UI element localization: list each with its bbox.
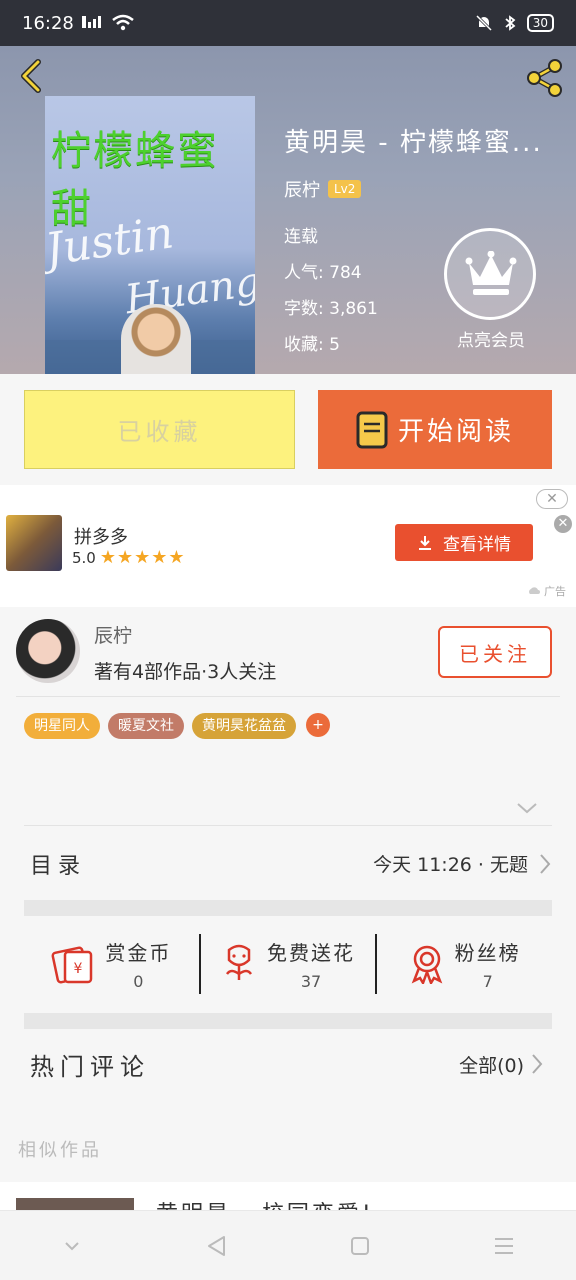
flower-icon (225, 944, 253, 980)
divider (16, 696, 560, 697)
stats-row: ¥ 赏金币 0 免费送花 37 粉丝榜 7 (24, 916, 552, 1012)
stat-reward-coins[interactable]: ¥ 赏金币 0 (24, 934, 199, 994)
book-popularity: 人气: 784 (284, 263, 362, 283)
book-author-line: 辰柠 Lv2 (284, 176, 362, 202)
download-icon (419, 535, 431, 550)
author-avatar[interactable] (16, 619, 80, 683)
tag-item[interactable]: 黄明昊花盆盆 (192, 713, 296, 739)
author-section: 辰柠 著有4部作品·3人关注 已关注 明星同人 暖夏文社 黄明昊花盆盆 + (0, 607, 576, 743)
ad-stars: ★★★★★ (99, 547, 186, 568)
svg-text:¥: ¥ (74, 961, 83, 977)
stat-fan-ranking[interactable]: 粉丝榜 7 (375, 934, 552, 994)
red-envelope-icon: ¥ (51, 946, 93, 984)
ad-app-name: 拼多多 (74, 527, 128, 548)
book-cover[interactable]: 柠檬蜂蜜甜 Justin Huang (45, 96, 255, 374)
ad-rating-value: 5.0 (72, 548, 96, 567)
chevron-down-icon (517, 803, 537, 814)
share-button[interactable] (522, 56, 566, 100)
stat-free-flowers[interactable]: 免费送花 37 (198, 934, 376, 994)
mute-icon (475, 14, 492, 32)
triangle-back-icon (208, 1235, 225, 1256)
author-name[interactable]: 辰柠 (94, 621, 132, 648)
ad-tag: 广告 (527, 583, 566, 599)
ad-tag-label: 广告 (544, 585, 566, 598)
book-author[interactable]: 辰柠 (284, 176, 320, 202)
stat-value: 37 (300, 972, 322, 991)
stat-text: 赏金币 0 (105, 937, 171, 991)
chevron-down-icon (65, 1241, 79, 1250)
vip-label: 点亮会员 (457, 331, 525, 351)
start-reading-label: 开始阅读 (397, 417, 514, 447)
crown-icon (465, 251, 517, 295)
hot-comments-label: 热门评论 (30, 1052, 150, 1081)
ad-rating: 5.0 ★★★★★ (72, 547, 186, 568)
start-reading-button[interactable]: 开始阅读 (318, 390, 552, 469)
chevron-right-icon (532, 1054, 543, 1074)
signal-icon (81, 16, 101, 28)
follow-button[interactable]: 已关注 (438, 626, 552, 678)
ad-banner[interactable]: ✕ ✕ 拼多多 5.0 ★★★★★ 查看详情 广告 (0, 485, 576, 607)
cloud-icon (528, 587, 540, 594)
nav-back-button[interactable] (186, 1221, 246, 1271)
vip-button[interactable] (444, 228, 536, 320)
ad-dismiss-button[interactable]: ✕ (554, 515, 572, 533)
catalog-row[interactable]: 目录 今天 11:26 · 无题 (24, 825, 552, 901)
back-arrow-icon (21, 59, 41, 93)
book-status: 连载 (284, 227, 318, 247)
hot-comments-header: 热门评论 全部(0) (24, 1028, 552, 1100)
section-separator (24, 900, 552, 916)
all-comments-label: 全部(0) (459, 1054, 524, 1077)
add-tag-button[interactable]: + (306, 713, 330, 737)
bluetooth-icon (505, 15, 516, 31)
ad-details-button[interactable]: 查看详情 (395, 524, 533, 561)
book-title: 黄明昊 - 柠檬蜂蜜... (284, 128, 543, 158)
status-left-icons (81, 14, 134, 32)
nav-recents-button[interactable] (474, 1221, 534, 1271)
square-home-icon (351, 1236, 369, 1255)
status-time: 16:28 (22, 12, 74, 34)
tag-item[interactable]: 暖夏文社 (108, 713, 184, 739)
book-word-count: 字数: 3,861 (284, 299, 378, 319)
expand-chevron-button[interactable] (516, 800, 538, 819)
collected-button[interactable]: 已收藏 (24, 390, 295, 469)
author-description: 著有4部作品·3人关注 (94, 661, 277, 683)
stat-text: 粉丝榜 7 (455, 937, 521, 991)
book-favorites: 收藏: 5 (284, 335, 340, 355)
battery-indicator: 30 (526, 14, 554, 32)
status-right: 30 (475, 14, 554, 32)
catalog-latest: 今天 11:26 · 无题 (373, 854, 528, 876)
book-icon (356, 411, 388, 448)
stat-value: 7 (482, 972, 493, 991)
status-bar: 16:28 30 (0, 0, 576, 46)
all-comments-link[interactable]: 全部(0) (459, 1051, 544, 1078)
tag-item[interactable]: 明星同人 (24, 713, 100, 739)
catalog-label: 目录 (30, 853, 87, 879)
menu-lines-icon (495, 1237, 513, 1254)
wifi-icon (112, 14, 134, 31)
ad-details-label: 查看详情 (443, 535, 511, 555)
stat-value: 0 (133, 972, 144, 991)
stat-label: 粉丝榜 (454, 941, 521, 965)
share-icon (527, 59, 562, 97)
similar-works-label: 相似作品 (18, 1140, 102, 1161)
stat-text: 免费送花 37 (267, 937, 355, 991)
system-nav-bar (0, 1210, 576, 1280)
stat-label: 赏金币 (105, 941, 172, 965)
stat-label: 免费送花 (267, 941, 355, 965)
ad-close-button[interactable]: ✕ (536, 489, 568, 509)
medal-icon (411, 945, 442, 984)
book-header: 柠檬蜂蜜甜 Justin Huang 黄明昊 - 柠檬蜂蜜... 辰柠 Lv2 … (0, 46, 576, 374)
nav-hide-button[interactable] (42, 1221, 102, 1271)
section-separator (24, 1013, 552, 1029)
cover-person (121, 304, 191, 374)
back-button[interactable] (14, 58, 50, 94)
chevron-right-icon (540, 853, 551, 874)
nav-home-button[interactable] (330, 1221, 390, 1271)
level-badge: Lv2 (328, 180, 362, 198)
tag-list: 明星同人 暖夏文社 黄明昊花盆盆 + (24, 713, 330, 739)
ad-image (6, 515, 62, 571)
